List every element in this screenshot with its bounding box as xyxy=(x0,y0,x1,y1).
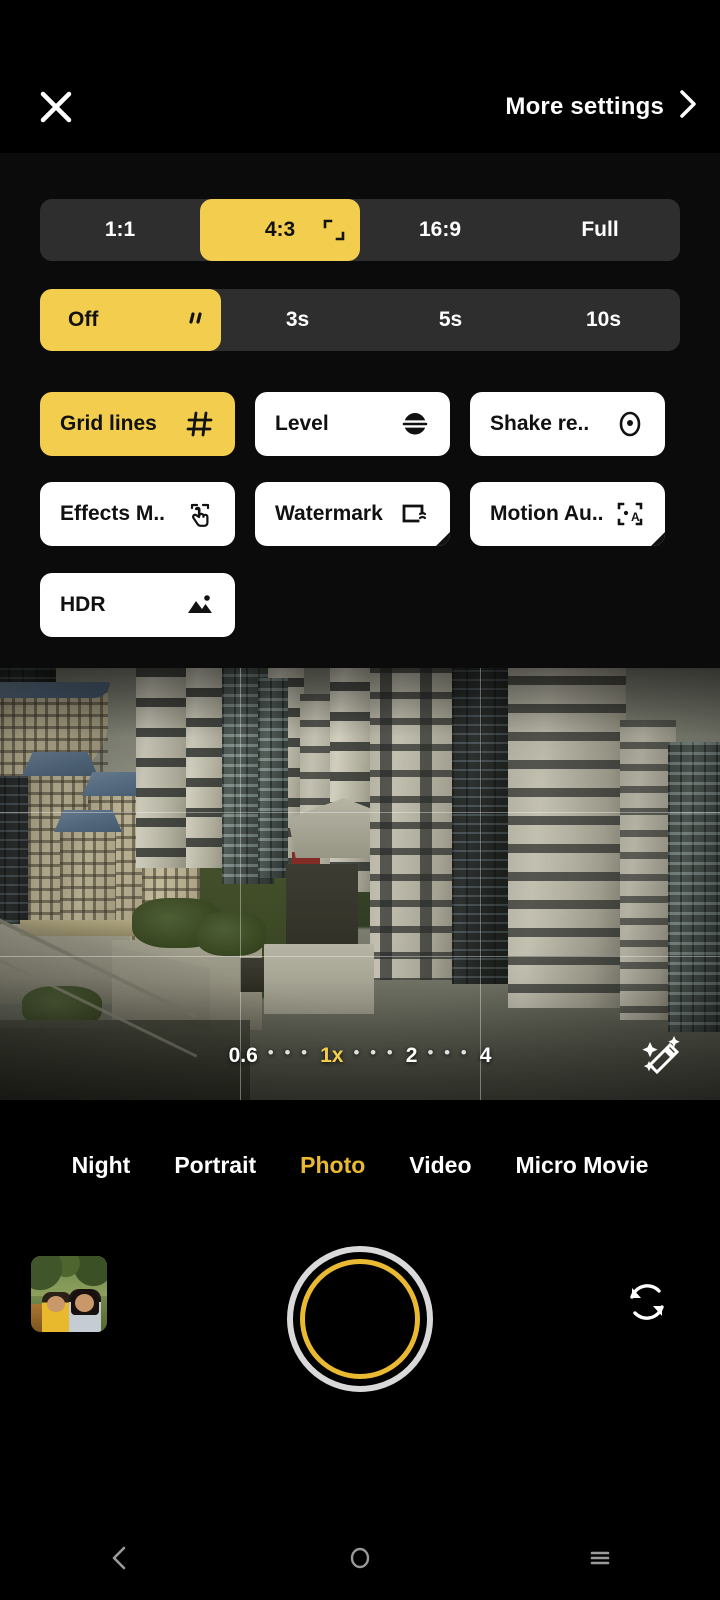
chip-level[interactable]: Level xyxy=(255,392,450,456)
tower-striped-4 xyxy=(330,668,372,892)
settings-top-bar: More settings xyxy=(0,0,720,153)
timer-label-10s: 10s xyxy=(585,308,622,331)
foreground-terrace xyxy=(0,1020,250,1100)
home-circle-icon[interactable] xyxy=(320,1528,400,1588)
shake-reduce-icon xyxy=(613,410,647,438)
podium-roof-slab xyxy=(264,944,374,1014)
tower-right-corner xyxy=(668,742,720,1032)
mode-video[interactable]: Video xyxy=(409,1152,471,1179)
seconds-mark-icon xyxy=(187,309,207,331)
chip-effects-mode[interactable]: Effects M.. xyxy=(40,482,235,546)
chip-grid-lines[interactable]: Grid lines xyxy=(40,392,235,456)
tree-cluster-2 xyxy=(196,912,266,956)
motion-auto-icon: A xyxy=(613,500,647,528)
android-navigation-bar xyxy=(0,1516,720,1600)
chip-grid-lines-label: Grid lines xyxy=(60,412,157,435)
aspect-ratio-option-4-3[interactable]: 4:3 xyxy=(200,199,360,261)
camera-viewfinder[interactable] xyxy=(0,668,720,1100)
level-circle-icon xyxy=(398,410,432,438)
timer-label-3s: 3s xyxy=(285,308,310,331)
timer-option-off[interactable]: Off xyxy=(40,289,221,351)
timer-option-10s[interactable]: 10s xyxy=(527,289,680,351)
tower-pale-big xyxy=(370,668,460,980)
chip-motion-auto-label: Motion Au.. xyxy=(490,502,604,525)
chevron-right-icon xyxy=(678,88,698,125)
submenu-indicator-watermark xyxy=(436,532,450,546)
aspect-ratio-label-1-1: 1:1 xyxy=(104,218,136,241)
timer-selector[interactable]: Off 3s 5s 10s xyxy=(40,289,680,351)
mode-night[interactable]: Night xyxy=(72,1152,131,1179)
hdr-landscape-icon xyxy=(183,591,217,619)
watermark-icon xyxy=(398,500,432,528)
camera-settings-panel: More settings 1:1 4:3 16:9 Full Off 3s 5… xyxy=(0,0,720,668)
grid-hash-icon xyxy=(183,410,217,438)
condo-d-roof xyxy=(54,810,122,832)
chip-hdr[interactable]: HDR xyxy=(40,573,235,637)
submenu-indicator-motion-auto xyxy=(651,532,665,546)
aspect-ratio-label-16-9: 16:9 xyxy=(418,218,462,241)
aspect-ratio-option-1-1[interactable]: 1:1 xyxy=(40,199,200,261)
mode-portrait[interactable]: Portrait xyxy=(174,1152,256,1179)
crop-corners-icon xyxy=(322,218,346,242)
aspect-ratio-option-full[interactable]: Full xyxy=(520,199,680,261)
chip-watermark[interactable]: Watermark xyxy=(255,482,450,546)
magic-wand-icon[interactable] xyxy=(636,1030,688,1082)
svg-text:A: A xyxy=(631,510,640,524)
back-chevron-icon[interactable] xyxy=(80,1528,160,1588)
mode-micro-movie[interactable]: Micro Movie xyxy=(516,1152,649,1179)
tower-light-far-right xyxy=(508,668,626,1008)
chip-shake-reduction-label: Shake re.. xyxy=(490,412,590,435)
shutter-inner-ring xyxy=(300,1259,420,1379)
chip-shake-reduction[interactable]: Shake re.. xyxy=(470,392,665,456)
timer-label-off: Off xyxy=(68,308,99,331)
tower-striped-1 xyxy=(136,668,192,868)
chip-hdr-label: HDR xyxy=(60,593,106,616)
condo-a-roof xyxy=(22,752,98,776)
aspect-ratio-label-4-3: 4:3 xyxy=(264,218,296,241)
mode-photo[interactable]: Photo xyxy=(300,1152,365,1179)
recents-menu-icon[interactable] xyxy=(560,1528,640,1588)
aspect-ratio-selector[interactable]: 1:1 4:3 16:9 Full xyxy=(40,199,680,261)
timer-option-3s[interactable]: 3s xyxy=(221,289,374,351)
viewfinder-scene xyxy=(0,668,720,1100)
timer-option-5s[interactable]: 5s xyxy=(374,289,527,351)
shutter-controls xyxy=(0,1246,720,1392)
roof-curved xyxy=(0,682,110,698)
aspect-ratio-label-full: Full xyxy=(581,218,619,241)
gallery-thumbnail[interactable] xyxy=(31,1256,107,1332)
camera-app-screen: 0.6 • • • 1x • • • 2 • • • 4 More settin… xyxy=(0,0,720,1600)
chip-motion-auto[interactable]: Motion Au.. A xyxy=(470,482,665,546)
aspect-ratio-option-16-9[interactable]: 16:9 xyxy=(360,199,520,261)
chip-level-label: Level xyxy=(275,412,329,435)
close-icon[interactable] xyxy=(34,85,78,129)
timer-label-5s: 5s xyxy=(438,308,463,331)
more-settings-label: More settings xyxy=(505,92,664,120)
flip-camera-icon[interactable] xyxy=(619,1274,675,1330)
more-settings-button[interactable]: More settings xyxy=(505,88,698,125)
shutter-button[interactable] xyxy=(287,1246,433,1392)
chip-watermark-label: Watermark xyxy=(275,502,383,525)
camera-mode-selector[interactable]: Night Portrait Photo Video Micro Movie xyxy=(0,1140,720,1190)
chip-effects-mode-label: Effects M.. xyxy=(60,502,166,525)
tap-gesture-icon xyxy=(183,500,217,528)
tower-teal-2 xyxy=(258,678,288,878)
tower-glass-right xyxy=(452,668,514,984)
